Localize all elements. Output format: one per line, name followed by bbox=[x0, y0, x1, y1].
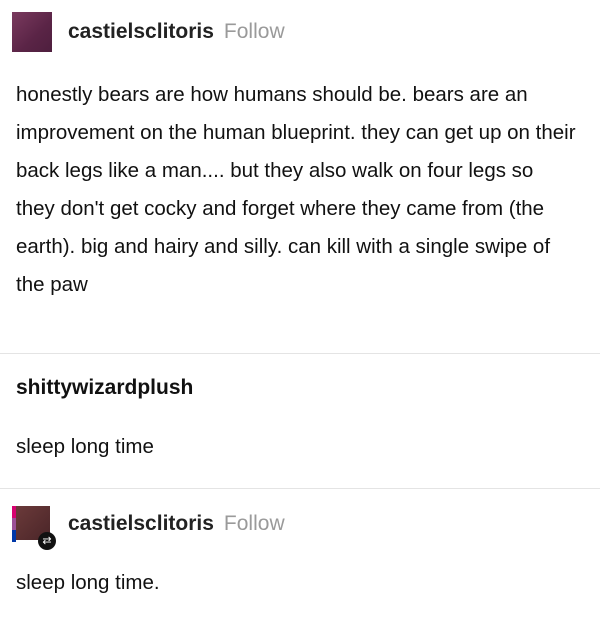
post2-username[interactable]: shittywizardplush bbox=[16, 376, 193, 400]
avatar-image bbox=[12, 12, 52, 52]
post1-username[interactable]: castielsclitoris bbox=[68, 20, 214, 44]
divider-1 bbox=[0, 353, 600, 354]
post1-avatar[interactable] bbox=[12, 12, 52, 52]
post1-follow-button[interactable]: Follow bbox=[224, 20, 285, 44]
tumblr-post-thread: castielsclitoris Follow honestly bears a… bbox=[0, 0, 600, 627]
post1-body: honestly bears are how humans should be.… bbox=[16, 83, 576, 296]
post3-avatar[interactable]: ⇄ bbox=[12, 504, 56, 550]
post3-follow-button[interactable]: Follow bbox=[224, 512, 285, 536]
post2-body: sleep long time bbox=[16, 435, 154, 458]
reblog-icon: ⇄ bbox=[38, 532, 56, 550]
post1-header: castielsclitoris Follow bbox=[12, 12, 285, 52]
post3-body: sleep long time. bbox=[16, 571, 160, 594]
post3-header: ⇄ castielsclitoris Follow bbox=[12, 504, 285, 550]
post3-username[interactable]: castielsclitoris bbox=[68, 512, 214, 536]
divider-2 bbox=[0, 488, 600, 489]
